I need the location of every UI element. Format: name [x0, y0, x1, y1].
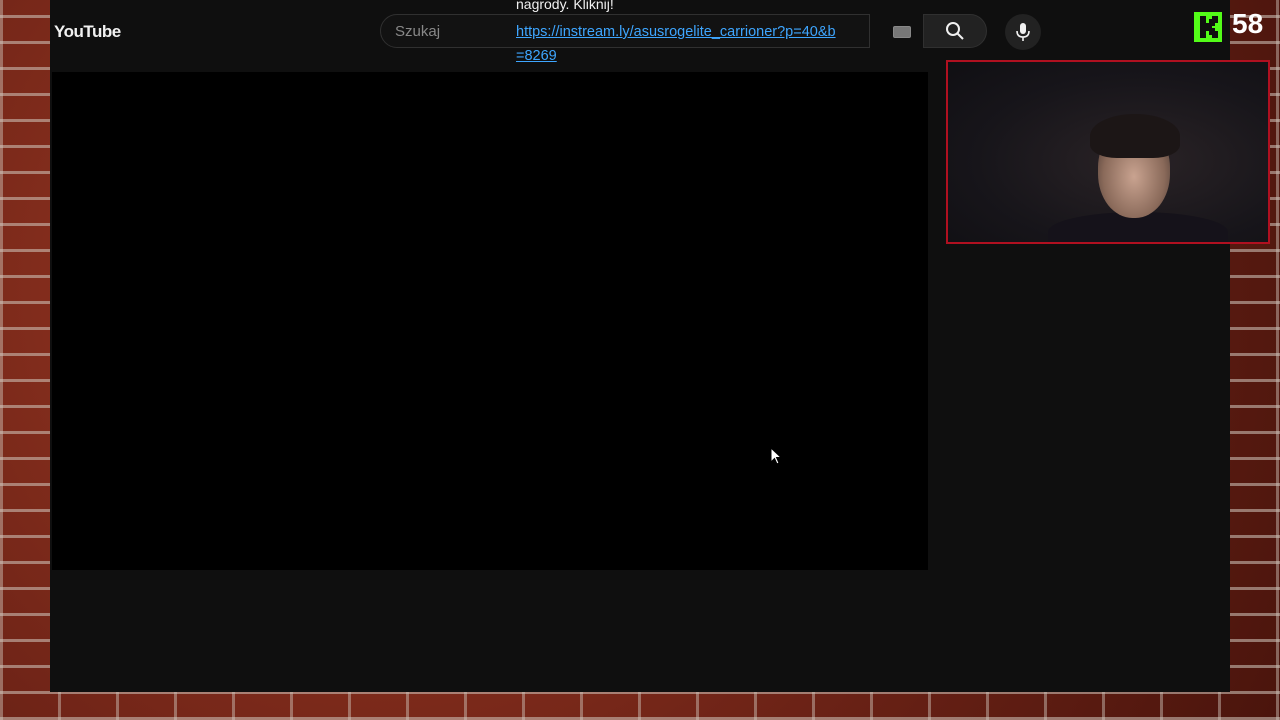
keyboard-icon[interactable] [893, 26, 911, 38]
search-button[interactable] [923, 14, 987, 48]
microphone-icon [1016, 23, 1030, 41]
kick-icon [1194, 12, 1222, 42]
sponsor-link[interactable]: https://instream.ly/asusrogelite_carrion… [516, 20, 836, 68]
streamer-hair [1090, 114, 1180, 158]
viewer-count: 58 [1232, 8, 1264, 39]
search-placeholder: Szukaj [395, 23, 441, 40]
overlay-message: nagrody. Kliknij! [516, 0, 614, 12]
search-icon [946, 22, 964, 40]
video-player[interactable] [52, 72, 928, 570]
webcam-feed [946, 60, 1270, 244]
kick-logo-icon [1194, 12, 1222, 42]
voice-search-button[interactable] [1005, 14, 1041, 50]
mouse-cursor-icon [770, 447, 782, 465]
youtube-logo[interactable]: YouTube [54, 22, 121, 42]
